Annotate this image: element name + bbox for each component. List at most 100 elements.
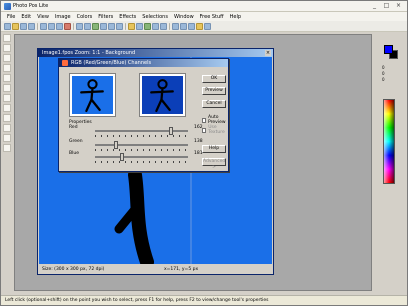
eyedropper-icon[interactable] xyxy=(3,114,11,122)
menu-help[interactable]: Help xyxy=(230,14,241,20)
tools-palette xyxy=(3,34,12,154)
window-controls: _ □ × xyxy=(369,2,404,10)
green-slider-track[interactable] xyxy=(95,144,188,146)
menu-filters[interactable]: Filters xyxy=(98,14,113,20)
hue-icon[interactable] xyxy=(144,22,151,30)
color-panel: 0 0 0 xyxy=(373,34,407,291)
preview-button[interactable]: Preview xyxy=(202,87,226,95)
use-texture-box[interactable] xyxy=(202,127,207,133)
blue-label: Blue xyxy=(69,151,79,156)
text-tool-icon[interactable] xyxy=(3,134,11,142)
pencil-icon[interactable] xyxy=(3,74,11,82)
minimize-button[interactable]: _ xyxy=(369,2,380,10)
cursor-position-label: x=171, y=5 px xyxy=(164,267,199,272)
redo-icon[interactable] xyxy=(84,22,91,30)
toolbar-separator xyxy=(125,22,126,30)
image-window-close-icon[interactable]: × xyxy=(265,50,271,56)
menu-colors[interactable]: Colors xyxy=(77,14,93,20)
auto-preview-checkbox[interactable]: Auto Preview xyxy=(202,115,228,125)
image-window-title: Image1.fpos Zoom: 1:1 - Background × xyxy=(38,49,273,57)
image-size-label: Size: (300 x 300 px, 72 dpi) xyxy=(42,267,105,272)
save-icon[interactable] xyxy=(20,22,27,30)
layers-icon[interactable] xyxy=(160,22,167,30)
undo-icon[interactable] xyxy=(76,22,83,30)
red-slider-row: Red 162 xyxy=(69,125,203,137)
color-value-3: 0 xyxy=(382,77,385,82)
zoom-in-icon[interactable] xyxy=(172,22,179,30)
color-value-2: 0 xyxy=(382,71,385,76)
lasso-icon[interactable] xyxy=(3,64,11,72)
preview-after xyxy=(139,73,186,117)
delete-icon[interactable] xyxy=(64,22,71,30)
maximize-button[interactable]: □ xyxy=(381,2,392,10)
menu-file[interactable]: File xyxy=(7,14,15,20)
auto-preview-box[interactable] xyxy=(202,117,207,123)
help-icon[interactable] xyxy=(204,22,211,30)
menu-view[interactable]: View xyxy=(37,14,49,20)
use-texture-checkbox[interactable]: Use Texture xyxy=(202,125,228,135)
menu-selections[interactable]: Selections xyxy=(142,14,168,20)
crop-icon[interactable] xyxy=(100,22,107,30)
dialog-title: RGB (Red/Green/Blue) Channels xyxy=(71,60,152,66)
open-folder-icon[interactable] xyxy=(12,22,19,30)
magic-wand-icon[interactable] xyxy=(3,54,11,62)
brightness-icon[interactable] xyxy=(128,22,135,30)
color-value-1: 0 xyxy=(382,65,385,70)
close-button[interactable]: × xyxy=(393,2,404,10)
red-slider-thumb[interactable] xyxy=(169,127,174,135)
eraser-icon[interactable] xyxy=(3,94,11,102)
window-title: Photo Pos Lite xyxy=(13,3,49,9)
copy-icon[interactable] xyxy=(48,22,55,30)
image-status-bar: Size: (300 x 300 px, 72 dpi) x=171, y=5 … xyxy=(39,265,272,274)
preview-before xyxy=(69,73,116,117)
paste-icon[interactable] xyxy=(56,22,63,30)
cancel-button[interactable]: Cancel xyxy=(202,100,226,108)
contrast-icon[interactable] xyxy=(136,22,143,30)
green-label: Green xyxy=(69,139,83,144)
clone-icon[interactable] xyxy=(3,124,11,132)
toolbar-separator xyxy=(73,22,74,30)
zoom-out-icon[interactable] xyxy=(180,22,187,30)
blue-slider-row: Blue 181 xyxy=(69,151,203,163)
ok-button[interactable]: OK xyxy=(202,75,226,83)
foreground-color-swatch[interactable] xyxy=(384,45,393,54)
photo-pos-window: Photo Pos Lite _ □ × File Edit View Imag… xyxy=(0,0,408,306)
brush-icon[interactable] xyxy=(3,84,11,92)
toolbar-separator xyxy=(169,22,170,30)
menu-effects[interactable]: Effects xyxy=(119,14,136,20)
cut-icon[interactable] xyxy=(40,22,47,30)
menu-free-stuff[interactable]: Free Stuff xyxy=(200,14,224,20)
preview-after-image xyxy=(142,76,183,114)
green-value: 138 xyxy=(194,139,203,144)
blue-slider-track[interactable] xyxy=(95,156,188,158)
auto-preview-label: Auto Preview xyxy=(208,115,226,125)
fit-icon[interactable] xyxy=(188,22,195,30)
fill-icon[interactable] xyxy=(3,104,11,112)
color-palette[interactable] xyxy=(383,99,395,184)
red-slider-track[interactable] xyxy=(95,130,188,132)
new-file-icon[interactable] xyxy=(4,22,11,30)
channels-icon[interactable] xyxy=(152,22,159,30)
help-button[interactable]: Help xyxy=(202,145,226,153)
shape-tool-icon[interactable] xyxy=(3,144,11,152)
flip-icon[interactable] xyxy=(116,22,123,30)
move-tool-icon[interactable] xyxy=(3,44,11,52)
main-toolbar xyxy=(1,21,407,32)
red-slider-ticks xyxy=(95,135,188,137)
menu-image[interactable]: Image xyxy=(55,14,71,20)
menu-edit[interactable]: Edit xyxy=(21,14,31,20)
stars-icon[interactable] xyxy=(196,22,203,30)
red-label: Red xyxy=(69,125,78,130)
print-icon[interactable] xyxy=(28,22,35,30)
green-slider-row: Green 138 xyxy=(69,139,203,151)
advanced-button[interactable]: Advanced > xyxy=(202,158,226,170)
preview-before-image xyxy=(72,76,113,114)
rotate-icon[interactable] xyxy=(108,22,115,30)
green-slider-thumb[interactable] xyxy=(114,141,119,149)
selection-tool-icon[interactable] xyxy=(3,34,11,42)
resize-icon[interactable] xyxy=(92,22,99,30)
dialog-title-bar: RGB (Red/Green/Blue) Channels xyxy=(59,59,228,67)
menu-window[interactable]: Window xyxy=(174,14,194,20)
blue-slider-thumb[interactable] xyxy=(119,153,124,161)
dialog-icon xyxy=(62,60,68,66)
